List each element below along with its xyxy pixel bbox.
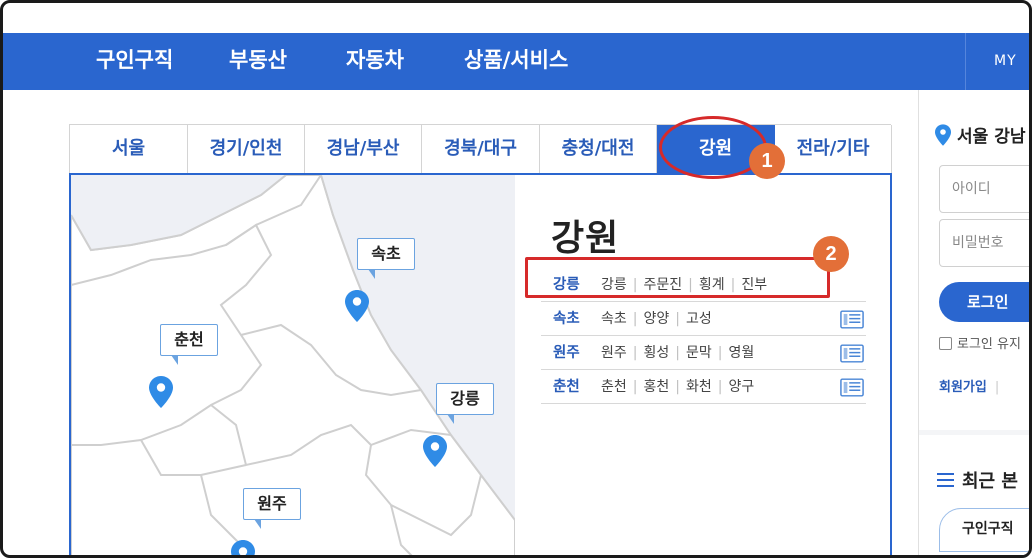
sub-area-list: 원주 | 횡성 | 문막 | 영월 xyxy=(601,345,755,361)
right-sidebar: 서울 강남 아이디 비밀번호 로그인 로그인 유지 회원가입 | 최근 본 구인구… xyxy=(918,90,1029,555)
location-pin-icon xyxy=(935,124,951,146)
checkbox-icon[interactable] xyxy=(939,337,952,350)
list-view-icon[interactable] xyxy=(840,378,864,397)
city-row-wonju: 원주 원주 | 횡성 | 문막 | 영월 xyxy=(541,336,866,370)
sub-area-link[interactable]: 화천 xyxy=(686,379,712,395)
location-label: 서울 강남 xyxy=(957,127,1026,147)
map-label-gangneung[interactable]: 강릉 xyxy=(436,383,494,424)
sub-area-link[interactable]: 문막 xyxy=(686,345,712,361)
browser-frame: 구인구직 부동산 자동차 상품/서비스 MY 서울 경기/인천 경남/부산 경북… xyxy=(0,0,1032,558)
city-link[interactable]: 춘천 xyxy=(553,370,580,404)
city-link[interactable]: 속초 xyxy=(553,302,580,336)
map-label-sokcho[interactable]: 속초 xyxy=(357,238,415,279)
top-navigation-bar: 구인구직 부동산 자동차 상품/서비스 MY xyxy=(3,33,1029,90)
sub-area-list: 춘천 | 홍천 | 화천 | 양구 xyxy=(601,379,755,395)
annotation-badge-2: 2 xyxy=(813,236,849,272)
tab-chungcheong-daejeon[interactable]: 충청/대전 xyxy=(540,125,657,174)
city-row-chuncheon: 춘천 춘천 | 홍천 | 화천 | 양구 xyxy=(541,370,866,404)
menu-lines-icon xyxy=(937,473,954,487)
recent-viewed-card: 최근 본 구인구직 xyxy=(919,435,1029,555)
tab-gyeongbuk-daegu[interactable]: 경북/대구 xyxy=(422,125,540,174)
map-pin-sokcho-icon[interactable] xyxy=(345,290,369,322)
map-label-chuncheon[interactable]: 춘천 xyxy=(160,324,218,365)
keep-login-label: 로그인 유지 xyxy=(957,337,1021,352)
my-page-link[interactable]: MY xyxy=(965,33,1029,90)
keep-login-checkbox[interactable]: 로그인 유지 xyxy=(939,333,1021,352)
recent-viewed-title: 최근 본 xyxy=(937,467,1018,493)
map-label-wonju[interactable]: 원주 xyxy=(243,488,301,529)
sub-area-link[interactable]: 홍천 xyxy=(643,379,669,395)
login-card: 서울 강남 아이디 비밀번호 로그인 로그인 유지 회원가입 | xyxy=(919,90,1029,430)
annotation-box-gangneung-row xyxy=(525,257,830,298)
annotation-badge-1: 1 xyxy=(749,143,785,179)
city-link[interactable]: 원주 xyxy=(553,336,580,370)
sub-area-link[interactable]: 횡성 xyxy=(643,345,669,361)
city-row-sokcho: 속초 속초 | 양양 | 고성 xyxy=(541,302,866,336)
sub-area-link[interactable]: 원주 xyxy=(601,345,627,361)
nav-goods-services[interactable]: 상품/서비스 xyxy=(464,33,568,90)
tab-gyeonggi-incheon[interactable]: 경기/인천 xyxy=(188,125,305,174)
tab-seoul[interactable]: 서울 xyxy=(70,125,188,174)
join-link-row: 회원가입 | xyxy=(939,380,1000,395)
region-title: 강원 xyxy=(551,218,620,259)
recent-tab-jobs[interactable]: 구인구직 xyxy=(939,508,1029,552)
signup-link[interactable]: 회원가입 xyxy=(939,380,987,395)
map-pin-gangneung-icon[interactable] xyxy=(423,435,447,467)
nav-jobs[interactable]: 구인구직 xyxy=(96,33,173,90)
login-button[interactable]: 로그인 xyxy=(939,282,1029,322)
map-pin-wonju-icon[interactable] xyxy=(231,540,255,558)
tab-gyeongnam-busan[interactable]: 경남/부산 xyxy=(305,125,422,174)
id-input[interactable]: 아이디 xyxy=(939,165,1029,213)
list-view-icon[interactable] xyxy=(840,310,864,329)
sub-area-link[interactable]: 영월 xyxy=(728,345,754,361)
tab-jeolla-etc[interactable]: 전라/기타 xyxy=(775,125,892,174)
sub-area-link[interactable]: 양구 xyxy=(728,379,754,395)
map-pin-chuncheon-icon[interactable] xyxy=(149,376,173,408)
list-view-icon[interactable] xyxy=(840,344,864,363)
nav-cars[interactable]: 자동차 xyxy=(346,33,404,90)
nav-real-estate[interactable]: 부동산 xyxy=(229,33,287,90)
region-panel: 속초 춘천 강릉 원주 강원 강릉 강릉 | 주문진 | 횡계 | 진부 속초 속초 | 양양 |… xyxy=(69,173,892,558)
region-map: 속초 춘천 강릉 원주 xyxy=(71,175,515,558)
sub-area-link[interactable]: 속초 xyxy=(601,311,627,327)
password-input[interactable]: 비밀번호 xyxy=(939,219,1029,267)
sub-area-list: 속초 | 양양 | 고성 xyxy=(601,311,712,327)
sub-area-link[interactable]: 양양 xyxy=(643,311,669,327)
location-selector[interactable]: 서울 강남 xyxy=(935,122,1025,147)
sub-area-link[interactable]: 춘천 xyxy=(601,379,627,395)
recent-viewed-label: 최근 본 xyxy=(962,471,1018,492)
sub-area-link[interactable]: 고성 xyxy=(686,311,712,327)
